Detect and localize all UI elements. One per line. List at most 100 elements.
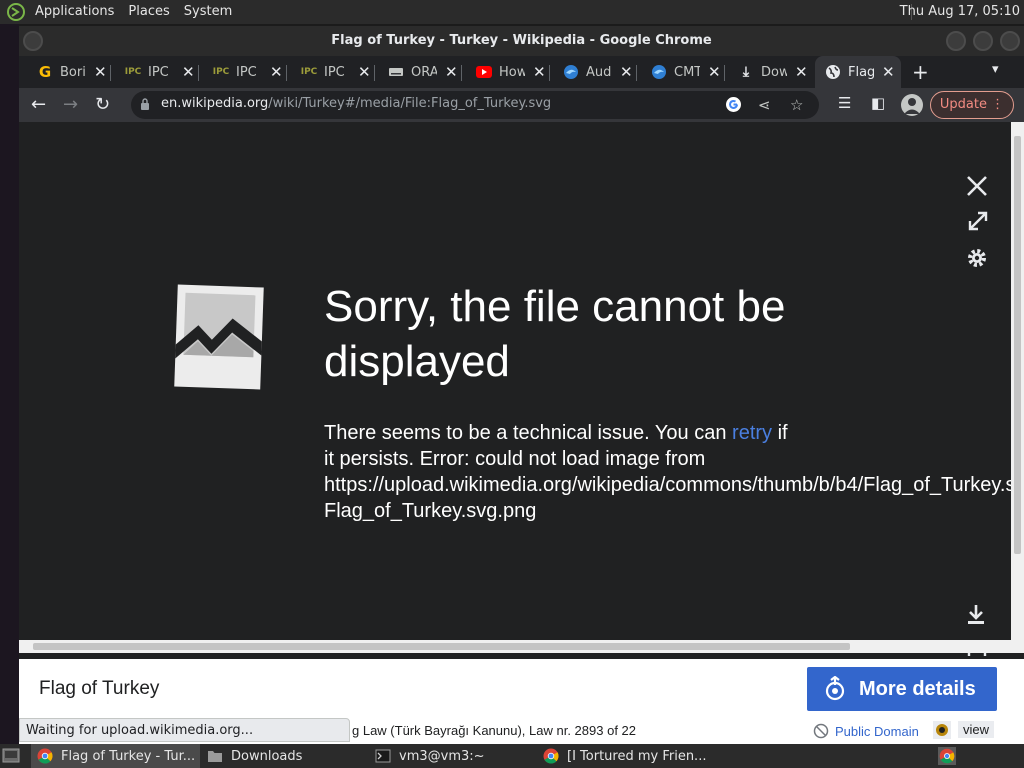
tab-2[interactable]: IPC IPC ✕ (213, 56, 287, 88)
lock-icon[interactable] (140, 98, 150, 110)
side-panel-icon[interactable]: ◧ (871, 94, 885, 112)
tab-label: Aud (586, 64, 612, 80)
new-tab-button[interactable]: + (912, 60, 929, 84)
more-menu-icon[interactable]: ⋮ (991, 97, 1004, 112)
back-arrow-icon[interactable]: ← (31, 95, 46, 115)
taskbar-item-chrome-flag[interactable]: Flag of Turkey - Tur... (31, 744, 200, 768)
tab-close-icon[interactable]: ✕ (445, 63, 458, 81)
tab-close-icon[interactable]: ✕ (620, 63, 633, 81)
chrome-tray-icon[interactable] (938, 747, 956, 765)
tab-label: Dow (761, 64, 787, 80)
clock[interactable]: Thu Aug 17, 05:10 (900, 0, 1020, 24)
close-icon[interactable] (965, 174, 989, 198)
horizontal-scrollbar[interactable] (19, 640, 1024, 653)
tab-label: CMT (674, 64, 700, 80)
browser-toolbar: ← → ↻ en.wikipedia.org/wiki/Turkey#/medi… (19, 88, 1024, 122)
error-text-after: if (772, 422, 788, 444)
error-title: Sorry, the file cannot be displayed (324, 282, 786, 386)
taskbar-item-downloads[interactable]: Downloads (201, 744, 366, 768)
distro-logo-icon[interactable] (6, 2, 26, 22)
file-description: g Law (Türk Bayrağı Kanunu), Law nr. 289… (352, 723, 637, 738)
tab-divider (636, 65, 637, 81)
horizontal-scrollbar-thumb[interactable] (33, 643, 850, 650)
tab-0[interactable]: G Bori ✕ (37, 56, 111, 88)
tab-close-icon[interactable]: ✕ (270, 63, 283, 81)
tab-search-chevron-icon[interactable]: ▾ (992, 62, 999, 77)
taskbar-label: [I Tortured my Frien... (567, 748, 707, 764)
license-label: Public Domain (835, 723, 919, 739)
tab-6[interactable]: Aud ✕ (563, 56, 637, 88)
drive-icon (388, 64, 404, 80)
download-icon[interactable] (966, 603, 986, 625)
error-line-4: Flag_of_Turkey.svg.png (324, 500, 537, 522)
retry-link[interactable]: retry (732, 422, 772, 444)
google-g-icon: G (38, 63, 52, 81)
tab-label: IPC (324, 64, 345, 80)
maximize-button[interactable] (973, 31, 993, 51)
taskbar-label: Flag of Turkey - Tur... (61, 748, 196, 764)
applications-menu[interactable]: Applications (28, 0, 121, 24)
tab-close-icon[interactable]: ✕ (358, 63, 371, 81)
license-link[interactable]: Public Domain (813, 723, 919, 739)
close-window-button[interactable] (1000, 31, 1020, 51)
view-button[interactable]: view (958, 721, 995, 738)
places-menu[interactable]: Places (121, 0, 176, 24)
gear-icon[interactable] (966, 247, 988, 269)
vertical-scrollbar[interactable] (1011, 122, 1024, 640)
taskbar-item-terminal[interactable]: vm3@vm3:~ (369, 744, 539, 768)
ipc-games-icon: IPC (300, 67, 318, 77)
tab-close-icon[interactable]: ✕ (533, 63, 546, 81)
chrome-icon (543, 748, 559, 764)
chrome-window: Flag of Turkey - Turkey - Wikipedia - Go… (19, 26, 1024, 744)
desktop-background (0, 24, 19, 744)
address-bar[interactable]: en.wikipedia.org/wiki/Turkey#/media/File… (131, 91, 819, 119)
youtube-icon (476, 64, 492, 80)
window-menu-button[interactable] (23, 31, 43, 51)
more-details-button[interactable]: More details (807, 667, 997, 711)
tab-5[interactable]: How ✕ (476, 56, 550, 88)
tab-label: Bori (60, 64, 86, 80)
tab-1[interactable]: IPC IPC ✕ (124, 56, 199, 88)
window-title: Flag of Turkey - Turkey - Wikipedia - Go… (331, 33, 712, 48)
vertical-scrollbar-thumb[interactable] (1014, 136, 1021, 554)
tab-strip: G Bori ✕ IPC IPC ✕ IPC IPC ✕ IPC IPC ✕ O… (19, 56, 1024, 88)
tab-divider (461, 65, 462, 81)
ipc-games-icon: IPC (124, 67, 142, 77)
error-text-before: There seems to be a technical issue. You… (324, 422, 733, 444)
share-icon[interactable]: ⋖ (758, 96, 771, 114)
tab-label: IPC (236, 64, 257, 80)
update-button[interactable]: Update ⋮ (930, 91, 1014, 119)
tab-close-icon[interactable]: ✕ (182, 63, 195, 81)
tab-close-icon[interactable]: ✕ (94, 63, 107, 81)
google-lens-icon[interactable] (725, 96, 742, 117)
system-menu[interactable]: System (177, 0, 239, 24)
reload-icon[interactable]: ↻ (95, 95, 110, 115)
tab-4[interactable]: ORA ✕ (388, 56, 462, 88)
tab-9-active[interactable]: Flag ✕ (815, 56, 901, 88)
url-text[interactable]: en.wikipedia.org/wiki/Turkey#/media/File… (161, 96, 551, 111)
bookmark-star-icon[interactable]: ☆ (790, 96, 803, 114)
tab-divider (724, 65, 725, 81)
tab-divider (374, 65, 375, 81)
window-titlebar[interactable]: Flag of Turkey - Turkey - Wikipedia - Go… (19, 26, 1024, 56)
forward-arrow-icon[interactable]: → (63, 95, 78, 115)
taskbar-item-chrome-video[interactable]: [I Tortured my Frien... (537, 744, 707, 768)
tab-3[interactable]: IPC IPC ✕ (300, 56, 375, 88)
profile-avatar-icon[interactable] (901, 94, 923, 116)
tab-close-icon[interactable]: ✕ (882, 63, 895, 81)
fullscreen-icon[interactable] (967, 210, 989, 232)
show-desktop-icon[interactable] (2, 747, 20, 765)
tab-8[interactable]: ⤓ Dow ✕ (738, 56, 808, 88)
edge-icon (563, 64, 579, 80)
url-host: en.wikipedia.org (161, 96, 269, 111)
tab-close-icon[interactable]: ✕ (795, 63, 808, 81)
error-message: There seems to be a technical issue. You… (324, 420, 1024, 524)
minimize-button[interactable] (946, 31, 966, 51)
reading-list-icon[interactable]: ☰ (838, 94, 851, 112)
url-path: /wiki/Turkey#/media/File:Flag_of_Turkey.… (268, 96, 552, 111)
tab-close-icon[interactable]: ✕ (708, 63, 721, 81)
tab-7[interactable]: CMT ✕ (651, 56, 725, 88)
tab-label: How (499, 64, 525, 80)
tab-label: Flag (848, 64, 874, 80)
update-label: Update (939, 97, 987, 112)
